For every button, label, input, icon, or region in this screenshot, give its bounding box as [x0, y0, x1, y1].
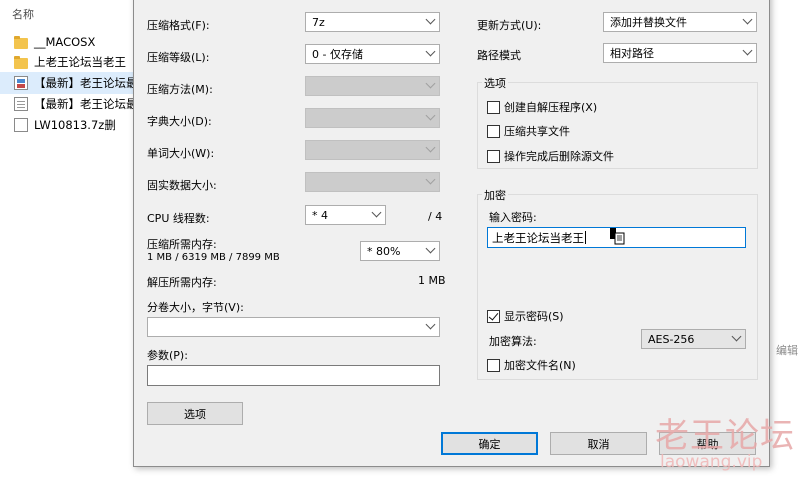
- options-button[interactable]: 选项: [147, 402, 243, 425]
- chevron-down-icon: [731, 331, 742, 342]
- cpu-threads-select[interactable]: * 4: [305, 205, 386, 225]
- checkbox-box[interactable]: [487, 309, 500, 323]
- name-column-header[interactable]: 名称: [12, 6, 34, 22]
- level-label: 压缩等级(L):: [147, 51, 210, 64]
- memory-usage-select[interactable]: * 80%: [360, 241, 440, 261]
- delete-after-checkbox[interactable]: 操作完成后删除源文件: [487, 148, 614, 164]
- memory-decompress-value: 1 MB: [418, 274, 446, 287]
- volume-size-combo[interactable]: [147, 317, 440, 337]
- password-value: 上老王论坛当老王: [492, 230, 584, 245]
- memory-usage-value: * 80%: [367, 244, 401, 258]
- update-mode-value: 添加并替换文件: [610, 16, 687, 29]
- chevron-down-icon: [425, 142, 436, 153]
- cpu-threads-label: CPU 线程数:: [147, 212, 210, 225]
- file-row[interactable]: 上老王论坛当老王: [0, 51, 135, 73]
- options-group-title: 选项: [482, 75, 508, 91]
- update-mode-label: 更新方式(U):: [477, 19, 542, 32]
- encryption-method-select[interactable]: AES-256: [641, 329, 746, 349]
- cancel-button[interactable]: 取消: [550, 432, 647, 455]
- word-size-select: [305, 140, 440, 160]
- show-password-label: 显示密码(S): [504, 310, 564, 323]
- checkbox-box[interactable]: [487, 358, 500, 372]
- watermark-url: laowang.vip: [660, 452, 763, 472]
- level-select[interactable]: 0 - 仅存储: [305, 44, 440, 64]
- method-select: [305, 76, 440, 96]
- memory-compress-label: 压缩所需内存:: [147, 238, 217, 251]
- show-password-checkbox[interactable]: 显示密码(S): [487, 308, 564, 324]
- checkbox-box[interactable]: [487, 149, 500, 163]
- folder-icon: [14, 55, 28, 69]
- parameters-label: 参数(P):: [147, 349, 188, 362]
- path-mode-label: 路径模式: [477, 49, 521, 62]
- chevron-down-icon: [742, 14, 753, 25]
- chevron-down-icon: [425, 78, 436, 89]
- edit-button[interactable]: 编辑: [776, 342, 798, 358]
- file-name: 上老王论坛当老王: [34, 55, 126, 69]
- shared-files-checkbox[interactable]: 压缩共享文件: [487, 123, 570, 139]
- dictionary-select: [305, 108, 440, 128]
- format-select[interactable]: 7z: [305, 12, 440, 32]
- chevron-down-icon: [425, 243, 436, 254]
- delete-after-label: 操作完成后删除源文件: [504, 150, 614, 163]
- file-name: LW10813.7z删: [34, 118, 116, 132]
- folder-icon: [14, 35, 28, 49]
- chevron-down-icon: [425, 14, 436, 25]
- parameters-input[interactable]: [147, 365, 440, 386]
- add-to-archive-dialog: 压缩格式(F): 7z 压缩等级(L): 0 - 仅存储 压缩方法(M): 字典…: [133, 0, 770, 467]
- file-row[interactable]: __MACOSX: [0, 31, 135, 53]
- file-row[interactable]: LW10813.7z删: [0, 114, 135, 136]
- encryption-group-title: 加密: [482, 187, 508, 203]
- path-mode-value: 相对路径: [610, 47, 654, 60]
- memory-decompress-label: 解压所需内存:: [147, 276, 217, 289]
- create-sfx-checkbox[interactable]: 创建自解压程序(X): [487, 99, 597, 115]
- file-icon: [14, 118, 28, 132]
- checkbox-box[interactable]: [487, 124, 500, 138]
- format-label: 压缩格式(F):: [147, 19, 210, 32]
- cpu-threads-max: / 4: [428, 210, 443, 223]
- format-value: 7z: [312, 15, 325, 29]
- text-caret: [585, 231, 586, 244]
- update-mode-select[interactable]: 添加并替换文件: [603, 12, 757, 32]
- encryption-method-label: 加密算法:: [489, 335, 537, 348]
- encrypt-names-label: 加密文件名(N): [504, 359, 576, 372]
- watermark-title: 老王论坛: [655, 416, 795, 456]
- document-icon: [14, 97, 28, 111]
- method-label: 压缩方法(M):: [147, 83, 213, 96]
- chevron-down-icon: [425, 319, 436, 330]
- memory-compress-detail: 1 MB / 6319 MB / 7899 MB: [147, 252, 280, 263]
- chevron-down-icon: [371, 207, 382, 218]
- volume-size-label: 分卷大小，字节(V):: [147, 301, 244, 314]
- encrypt-names-checkbox[interactable]: 加密文件名(N): [487, 357, 576, 373]
- chevron-down-icon: [425, 110, 436, 121]
- ok-button[interactable]: 确定: [441, 432, 538, 455]
- solid-size-select: [305, 172, 440, 192]
- archive-icon: [14, 76, 28, 90]
- file-explorer: 名称 __MACOSX 上老王论坛当老王 【最新】老王论坛最 【最新】老王论坛最…: [0, 0, 135, 479]
- file-name: 【最新】老王论坛最: [34, 76, 135, 90]
- cpu-threads-value: * 4: [312, 208, 328, 222]
- chevron-down-icon: [425, 174, 436, 185]
- solid-size-label: 固实数据大小:: [147, 179, 217, 192]
- chevron-down-icon: [425, 46, 436, 57]
- checkbox-box[interactable]: [487, 100, 500, 114]
- level-value: 0 - 仅存储: [312, 48, 363, 61]
- password-label: 输入密码:: [489, 211, 537, 224]
- shared-files-label: 压缩共享文件: [504, 125, 570, 138]
- path-mode-select[interactable]: 相对路径: [603, 43, 757, 63]
- cursor-icon: [610, 228, 625, 245]
- create-sfx-label: 创建自解压程序(X): [504, 101, 598, 114]
- dictionary-label: 字典大小(D):: [147, 115, 212, 128]
- word-size-label: 单词大小(W):: [147, 147, 215, 160]
- encryption-method-value: AES-256: [648, 332, 695, 346]
- file-row[interactable]: 【最新】老王论坛最: [0, 72, 135, 94]
- chevron-down-icon: [742, 45, 753, 56]
- file-row[interactable]: 【最新】老王论坛最: [0, 93, 135, 115]
- file-name: 【最新】老王论坛最: [34, 97, 135, 111]
- file-name: __MACOSX: [34, 35, 96, 49]
